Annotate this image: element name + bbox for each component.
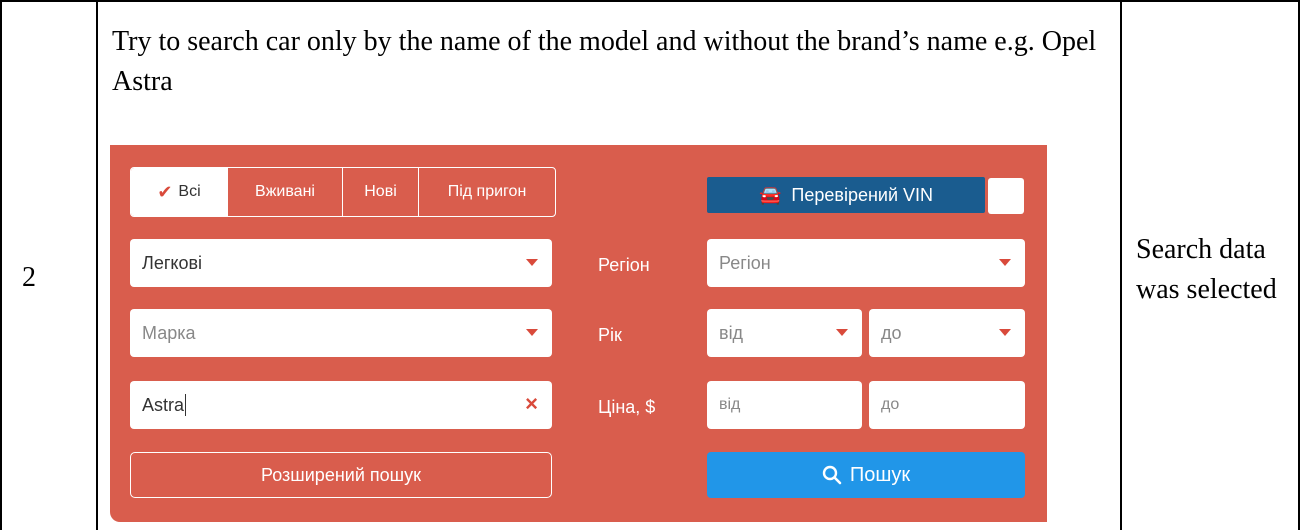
- verified-vin-label: Перевірений VIN: [791, 184, 934, 205]
- price-to-placeholder: до: [881, 396, 900, 413]
- chevron-down-icon: [526, 329, 538, 336]
- car-icon: 🚘: [758, 184, 782, 205]
- region-placeholder: Регіон: [719, 252, 771, 273]
- tab-used[interactable]: Вживані: [227, 168, 342, 216]
- verified-vin-badge[interactable]: 🚘 Перевірений VIN: [707, 177, 985, 213]
- price-from-placeholder: від: [719, 396, 741, 413]
- model-input[interactable]: Astra ×: [130, 381, 552, 429]
- table-column-divider: [1120, 0, 1122, 530]
- brand-select[interactable]: Марка: [130, 309, 552, 357]
- chevron-down-icon: [999, 259, 1011, 266]
- year-from-placeholder: від: [719, 322, 744, 343]
- tab-import[interactable]: Під пригон: [418, 168, 555, 216]
- year-label: Рік: [598, 325, 622, 345]
- table-left-border: [0, 0, 2, 530]
- table-top-border: [0, 0, 1300, 2]
- price-to-input[interactable]: до: [869, 381, 1025, 429]
- search-panel: ✔ Всі Вживані Нові Під пригон 🚘 Перевіре…: [110, 145, 1047, 522]
- category-select[interactable]: Легкові: [130, 239, 552, 287]
- condition-tabs: ✔ Всі Вживані Нові Під пригон: [130, 167, 556, 217]
- price-label: Ціна, $: [598, 397, 656, 417]
- model-value: Astra: [142, 394, 185, 415]
- price-from-input[interactable]: від: [707, 381, 862, 429]
- search-icon: [822, 465, 842, 485]
- tab-new[interactable]: Нові: [342, 168, 418, 216]
- text-cursor: [185, 394, 187, 416]
- close-icon[interactable]: ×: [525, 391, 538, 417]
- year-to-select[interactable]: до: [869, 309, 1025, 357]
- chevron-down-icon: [526, 259, 538, 266]
- tab-label: Під пригон: [447, 183, 527, 200]
- advanced-search-button[interactable]: Розширений пошук: [130, 452, 552, 498]
- search-button[interactable]: Пошук: [707, 452, 1025, 498]
- tab-all[interactable]: ✔ Всі: [131, 168, 227, 216]
- chevron-down-icon: [999, 329, 1011, 336]
- tab-label: Вживані: [255, 183, 315, 200]
- row-number: 2: [22, 262, 36, 293]
- expected-result: Search data was selected: [1136, 234, 1277, 305]
- region-select[interactable]: Регіон: [707, 239, 1025, 287]
- search-button-label: Пошук: [849, 463, 911, 486]
- tab-label: Всі: [178, 183, 201, 200]
- verified-vin-checkbox[interactable]: [988, 178, 1024, 214]
- step-description: Try to search car only by the name of th…: [112, 26, 1097, 97]
- chevron-down-icon: [836, 329, 848, 336]
- brand-placeholder: Марка: [142, 322, 196, 343]
- year-to-placeholder: до: [881, 322, 902, 343]
- check-icon: ✔: [157, 181, 173, 202]
- region-label: Регіон: [598, 255, 650, 275]
- advanced-search-label: Розширений пошук: [261, 464, 421, 485]
- year-from-select[interactable]: від: [707, 309, 862, 357]
- tab-label: Нові: [364, 183, 397, 200]
- category-value: Легкові: [142, 252, 203, 273]
- table-column-divider: [96, 0, 98, 530]
